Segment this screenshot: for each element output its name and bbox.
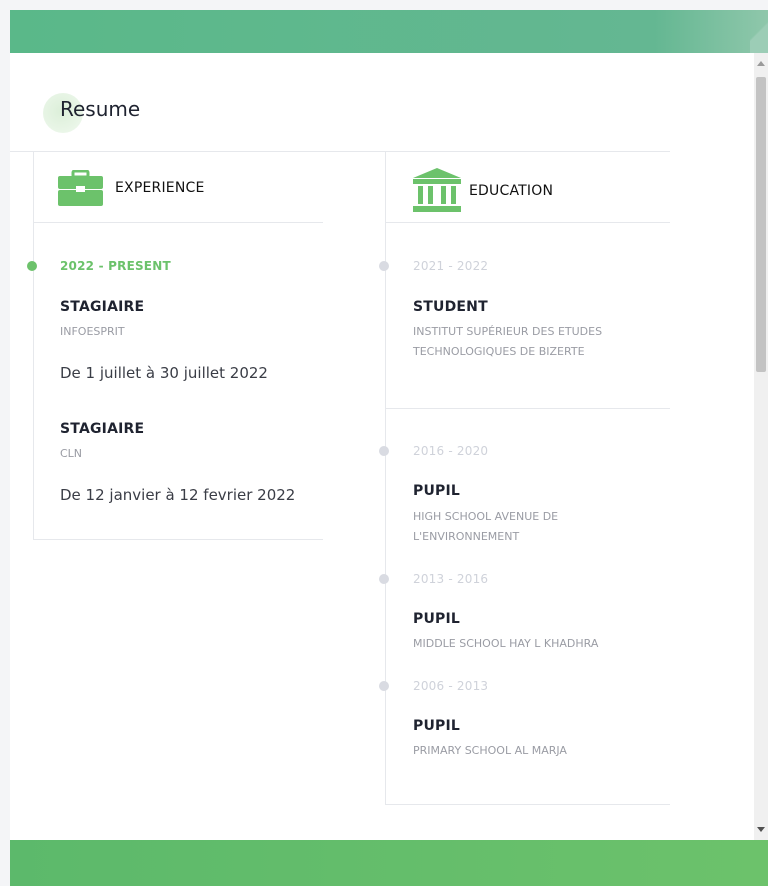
education-role: PUPIL <box>413 718 461 734</box>
education-bottom-divider <box>385 804 670 805</box>
education-heading: EDUCATION <box>469 182 554 199</box>
bottom-footer-bar <box>10 840 768 886</box>
scrollbar-thumb[interactable] <box>756 77 766 372</box>
experience-header: EXPERIENCE <box>58 170 205 206</box>
education-timeline-dot <box>379 574 389 584</box>
experience-timeline-dot <box>27 261 37 271</box>
experience-description: De 1 juillet à 30 juillet 2022 <box>60 364 268 382</box>
experience-description: De 12 janvier à 12 fevrier 2022 <box>60 486 296 504</box>
top-header-bar <box>10 10 768 53</box>
education-period: 2016 - 2020 <box>413 444 489 458</box>
experience-bottom-divider <box>33 539 323 540</box>
resume-title: Resume <box>60 97 141 121</box>
education-header: EDUCATION <box>413 168 553 213</box>
institution-icon <box>413 168 461 212</box>
education-org: PRIMARY SCHOOL AL MARJA <box>413 744 567 757</box>
experience-org: INFOESPRIT <box>60 325 125 338</box>
education-org: MIDDLE SCHOOL HAY L KHADHRA <box>413 637 599 650</box>
education-timeline-dot <box>379 446 389 456</box>
education-header-divider <box>385 222 670 223</box>
education-period: 2021 - 2022 <box>413 259 489 273</box>
column-divider <box>385 151 386 805</box>
experience-role: STAGIAIRE <box>60 421 145 437</box>
resume-panel: Resume EXPERIENCE EDUCATION 2022 - PRESE… <box>10 53 754 840</box>
education-period: 2006 - 2013 <box>413 679 489 693</box>
experience-left-border <box>33 151 34 539</box>
education-org: HIGH SCHOOL AVENUE DE L'ENVIRONNEMENT <box>413 510 559 543</box>
scroll-up-arrow-icon[interactable] <box>757 61 765 66</box>
education-period: 2013 - 2016 <box>413 572 489 586</box>
briefcase-icon <box>58 170 103 206</box>
scroll-down-arrow-icon[interactable] <box>757 827 765 832</box>
education-role: PUPIL <box>413 611 461 627</box>
education-role: STUDENT <box>413 299 488 315</box>
vertical-scrollbar[interactable] <box>754 53 768 840</box>
experience-heading: EXPERIENCE <box>115 180 205 196</box>
divider-top <box>10 151 670 152</box>
education-timeline-dot <box>379 681 389 691</box>
education-row-divider <box>385 408 670 409</box>
experience-period: 2022 - PRESENT <box>60 259 171 273</box>
experience-header-divider <box>33 222 323 223</box>
experience-org: CLN <box>60 447 83 460</box>
education-timeline-dot <box>379 261 389 271</box>
education-role: PUPIL <box>413 483 461 499</box>
experience-role: STAGIAIRE <box>60 299 145 315</box>
header-corner-decoration <box>750 10 768 53</box>
education-org: INSTITUT SUPÉRIEUR DES ETUDES TECHNOLOGI… <box>413 325 603 358</box>
